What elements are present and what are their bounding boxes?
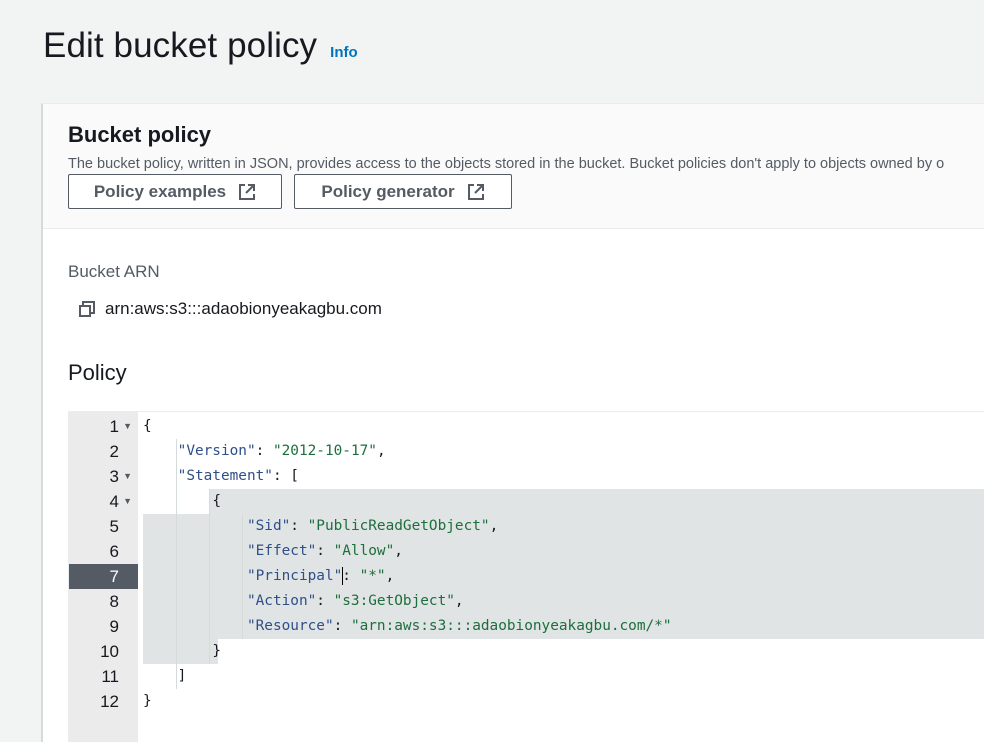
gutter-line-active: 7 bbox=[69, 564, 138, 589]
json-key: "Principal" bbox=[246, 568, 343, 584]
line-number: 12 bbox=[100, 692, 119, 711]
json-string: "s3:GetObject" bbox=[333, 593, 455, 609]
page-header: Edit bucket policy Info bbox=[43, 26, 358, 66]
json-separator: : bbox=[316, 543, 334, 559]
json-brace: } bbox=[143, 693, 152, 709]
text-selection bbox=[209, 489, 984, 514]
json-string: "Allow" bbox=[333, 543, 395, 559]
json-string: "*" bbox=[359, 568, 386, 584]
json-comma: , bbox=[376, 443, 386, 459]
json-key: "Version" bbox=[177, 443, 256, 459]
bucket-arn-value: arn:aws:s3:::adaobionyeakagbu.com bbox=[105, 299, 382, 318]
line-number: 11 bbox=[101, 667, 119, 686]
bucket-arn-row: arn:aws:s3:::adaobionyeakagbu.com bbox=[78, 299, 382, 319]
json-string: "2012-10-17" bbox=[272, 443, 377, 459]
json-separator: : bbox=[316, 593, 334, 609]
gutter-line: 5 bbox=[69, 514, 138, 539]
gutter-line: 12 bbox=[69, 689, 138, 714]
line-number: 2 bbox=[109, 442, 119, 461]
line-number: 4 bbox=[109, 492, 119, 511]
json-key: "Effect" bbox=[246, 543, 317, 559]
gutter-line: 4 ▼ bbox=[69, 489, 138, 514]
line-number: 1 bbox=[109, 417, 119, 436]
fold-arrow-icon[interactable]: ▼ bbox=[123, 414, 132, 439]
gutter-line: 3 ▼ bbox=[69, 464, 138, 489]
line-number: 9 bbox=[109, 617, 119, 636]
policy-examples-button[interactable]: Policy examples bbox=[68, 174, 282, 209]
code-line: "Resource": "arn:aws:s3:::adaobionyeakag… bbox=[143, 614, 672, 639]
json-comma: , bbox=[489, 518, 499, 534]
code-line: } bbox=[143, 639, 221, 664]
gutter-line: 11 bbox=[69, 664, 138, 689]
bucket-policy-panel: Bucket policy The bucket policy, written… bbox=[41, 103, 984, 742]
code-line: { bbox=[143, 489, 221, 514]
policy-generator-button[interactable]: Policy generator bbox=[294, 174, 512, 209]
json-comma: , bbox=[394, 543, 403, 559]
line-number: 10 bbox=[100, 642, 119, 661]
json-brace: { bbox=[143, 418, 152, 434]
json-separator: : bbox=[290, 518, 308, 534]
gutter-line: 2 bbox=[69, 439, 138, 464]
json-separator: : bbox=[255, 443, 273, 459]
json-brace: } bbox=[212, 643, 221, 659]
gutter-line: 9 bbox=[69, 614, 138, 639]
json-string: "PublicReadGetObject" bbox=[307, 518, 490, 534]
edit-bucket-policy-page: Edit bucket policy Info Bucket policy Th… bbox=[0, 0, 984, 742]
bucket-arn-label: Bucket ARN bbox=[68, 262, 160, 281]
bucket-policy-description: The bucket policy, written in JSON, prov… bbox=[68, 156, 945, 172]
policy-heading: Policy bbox=[68, 360, 127, 385]
code-line: } bbox=[143, 689, 152, 714]
json-separator: : bbox=[342, 568, 360, 584]
json-separator: : [ bbox=[272, 468, 299, 484]
gutter-line: 10 bbox=[69, 639, 138, 664]
json-string: "arn:aws:s3:::adaobionyeakagbu.com/*" bbox=[350, 618, 672, 634]
policy-generator-label: Policy generator bbox=[321, 181, 455, 201]
code-line: "Statement": [ bbox=[143, 464, 299, 489]
json-brace: { bbox=[212, 493, 221, 509]
fold-arrow-icon[interactable]: ▼ bbox=[123, 464, 132, 489]
code-line: "Action": "s3:GetObject", bbox=[143, 589, 464, 614]
external-link-icon bbox=[239, 183, 256, 200]
json-comma: , bbox=[385, 568, 395, 584]
line-number: 5 bbox=[109, 517, 119, 536]
page-title: Edit bucket policy bbox=[43, 26, 318, 65]
json-key: "Sid" bbox=[246, 518, 291, 534]
fold-arrow-icon[interactable]: ▼ bbox=[123, 489, 132, 514]
code-line: ] bbox=[143, 664, 187, 689]
line-number-gutter: 1 ▼ 2 3 ▼ 4 ▼ 5 6 7 8 9 10 11 12 bbox=[69, 412, 138, 742]
line-number: 3 bbox=[109, 467, 119, 486]
gutter-line: 1 ▼ bbox=[69, 414, 138, 439]
external-link-icon bbox=[467, 183, 484, 200]
code-line: "Effect": "Allow", bbox=[143, 539, 403, 564]
code-line-active: "Principal": "*", bbox=[143, 564, 394, 589]
policy-code-editor[interactable]: 1 ▼ 2 3 ▼ 4 ▼ 5 6 7 8 9 10 11 12 {"Vers… bbox=[68, 411, 984, 742]
code-line: "Sid": "PublicReadGetObject", bbox=[143, 514, 498, 539]
bucket-policy-title: Bucket policy bbox=[68, 122, 212, 147]
line-number: 7 bbox=[109, 567, 119, 586]
line-number: 8 bbox=[109, 592, 119, 611]
gutter-line: 6 bbox=[69, 539, 138, 564]
json-bracket: ] bbox=[177, 668, 187, 684]
json-key: "Action" bbox=[246, 593, 317, 609]
bucket-policy-panel-header: Bucket policy The bucket policy, written… bbox=[43, 104, 984, 229]
json-comma: , bbox=[454, 593, 464, 609]
json-separator: : bbox=[333, 618, 351, 634]
info-link[interactable]: Info bbox=[330, 44, 358, 61]
code-line: "Version": "2012-10-17", bbox=[143, 439, 386, 464]
policy-examples-label: Policy examples bbox=[93, 181, 227, 201]
json-key: "Resource" bbox=[246, 618, 334, 634]
line-number: 6 bbox=[109, 542, 119, 561]
code-line: { bbox=[143, 414, 152, 439]
json-key: "Statement" bbox=[177, 468, 273, 484]
gutter-line: 8 bbox=[69, 589, 138, 614]
copy-icon[interactable] bbox=[78, 300, 96, 318]
